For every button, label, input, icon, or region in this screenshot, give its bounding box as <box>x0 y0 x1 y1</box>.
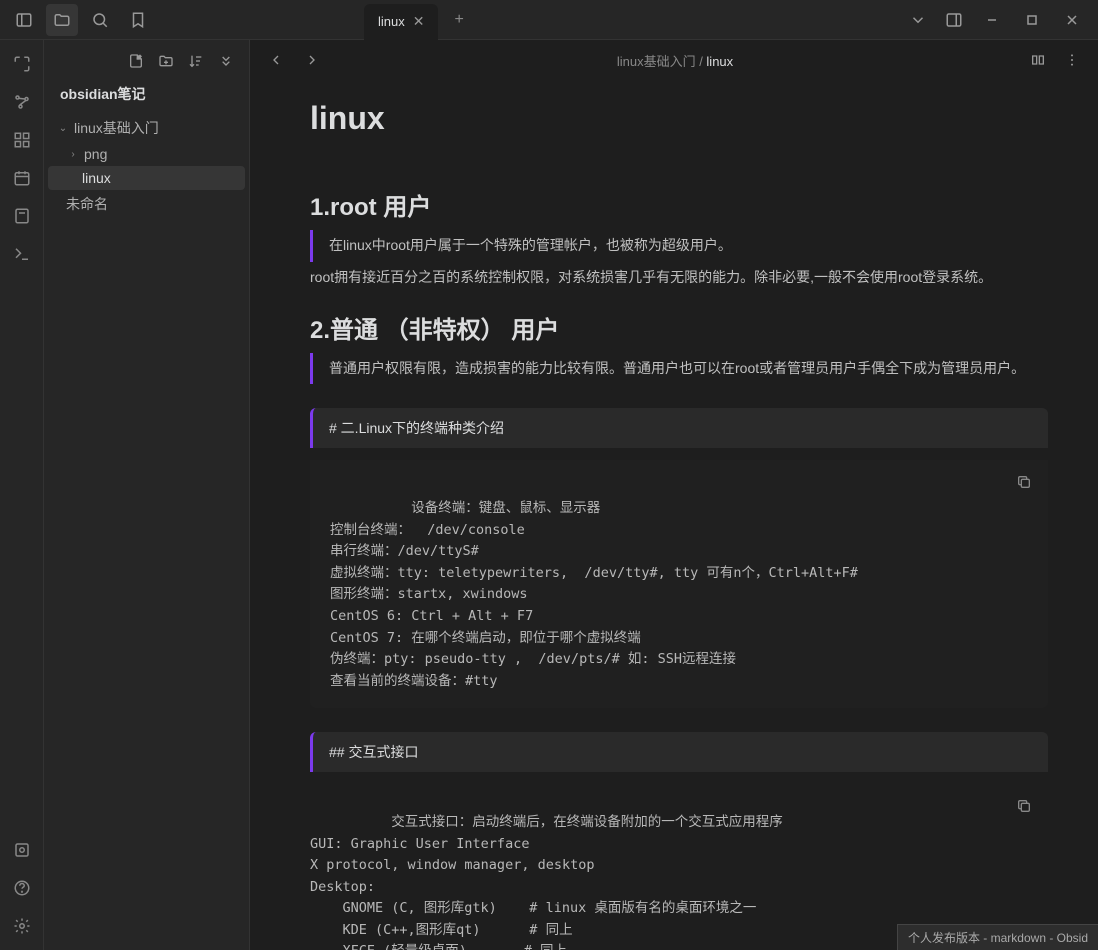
tab-label: linux <box>378 14 405 29</box>
file-linux[interactable]: linux <box>48 166 245 190</box>
chevron-right-icon: › <box>66 149 80 160</box>
callout-terminal-types: # 二.Linux下的终端种类介绍 <box>310 408 1048 448</box>
tab-add-button[interactable]: + <box>446 7 471 33</box>
chevron-down-icon: ⌄ <box>56 123 70 134</box>
settings-icon[interactable] <box>6 910 38 942</box>
graph-icon[interactable] <box>6 86 38 118</box>
blockquote[interactable]: 在linux中root用户属于一个特殊的管理帐户，也被称为超级用户。 <box>310 230 1048 262</box>
copy-icon[interactable] <box>1012 794 1036 818</box>
collapse-icon[interactable] <box>213 48 239 74</box>
file-untitled[interactable]: 未命名 <box>48 190 245 218</box>
tab-linux[interactable]: linux ✕ <box>364 4 438 40</box>
folder-icon[interactable] <box>46 4 78 36</box>
more-options-icon[interactable] <box>1058 46 1086 74</box>
help-icon[interactable] <box>6 872 38 904</box>
heading-normal-user[interactable]: 2.普通 （非特权） 用户 <box>310 310 1048 345</box>
nav-back-button[interactable] <box>262 46 290 74</box>
close-icon[interactable]: ✕ <box>413 13 425 30</box>
file-explorer: obsidian笔记 ⌄ linux基础入门 › png linux 未命名 <box>44 40 250 950</box>
panel-toggle-icon[interactable] <box>938 4 970 36</box>
folder-png[interactable]: › png <box>48 142 245 166</box>
maximize-button[interactable] <box>1014 4 1050 36</box>
document-title[interactable]: linux <box>310 100 1048 137</box>
callout-interactive-interface: ## 交互式接口 <box>310 732 1048 772</box>
new-folder-icon[interactable] <box>153 48 179 74</box>
vault-name: obsidian笔记 <box>44 78 249 114</box>
canvas-icon[interactable] <box>6 124 38 156</box>
command-icon[interactable] <box>6 238 38 270</box>
search-icon[interactable] <box>84 4 116 36</box>
folder-linux-basics[interactable]: ⌄ linux基础入门 <box>48 114 245 142</box>
minimize-button[interactable] <box>974 4 1010 36</box>
code-block[interactable]: 设备终端：键盘、鼠标、显示器 控制台终端： /dev/console 串行终端：… <box>310 460 1048 708</box>
quick-switch-icon[interactable] <box>6 48 38 80</box>
editor-content[interactable]: linux 1.root 用户 在linux中root用户属于一个特殊的管理帐户… <box>250 80 1098 950</box>
close-button[interactable] <box>1054 4 1090 36</box>
daily-note-icon[interactable] <box>6 162 38 194</box>
blockquote[interactable]: 普通用户权限有限，造成损害的能力比较有限。普通用户也可以在root或者管理员用户… <box>310 353 1048 385</box>
reading-mode-icon[interactable] <box>1024 46 1052 74</box>
nav-forward-button[interactable] <box>298 46 326 74</box>
new-note-icon[interactable] <box>123 48 149 74</box>
callout-header[interactable]: # 二.Linux下的终端种类介绍 <box>310 408 1048 448</box>
copy-icon[interactable] <box>1012 470 1036 494</box>
titlebar: linux ✕ + <box>0 0 1098 40</box>
breadcrumb[interactable]: linux基础入门 / linux <box>334 51 1016 70</box>
bookmark-icon[interactable] <box>122 4 154 36</box>
callout-header[interactable]: ## 交互式接口 <box>310 732 1048 772</box>
heading-root-user[interactable]: 1.root 用户 <box>310 187 1048 222</box>
templates-icon[interactable] <box>6 200 38 232</box>
chevron-down-icon[interactable] <box>902 4 934 36</box>
editor: linux基础入门 / linux linux 1.root 用户 在linux… <box>250 40 1098 950</box>
activity-bar <box>0 40 44 950</box>
sort-icon[interactable] <box>183 48 209 74</box>
paragraph[interactable]: root拥有接近百分之百的系统控制权限，对系统损害几乎有无限的能力。除非必要,一… <box>310 266 1048 290</box>
status-overlay: 个人发布版本 - markdown - Obsid <box>897 924 1098 950</box>
vault-icon[interactable] <box>6 834 38 866</box>
sidebar-toggle-icon[interactable] <box>8 4 40 36</box>
